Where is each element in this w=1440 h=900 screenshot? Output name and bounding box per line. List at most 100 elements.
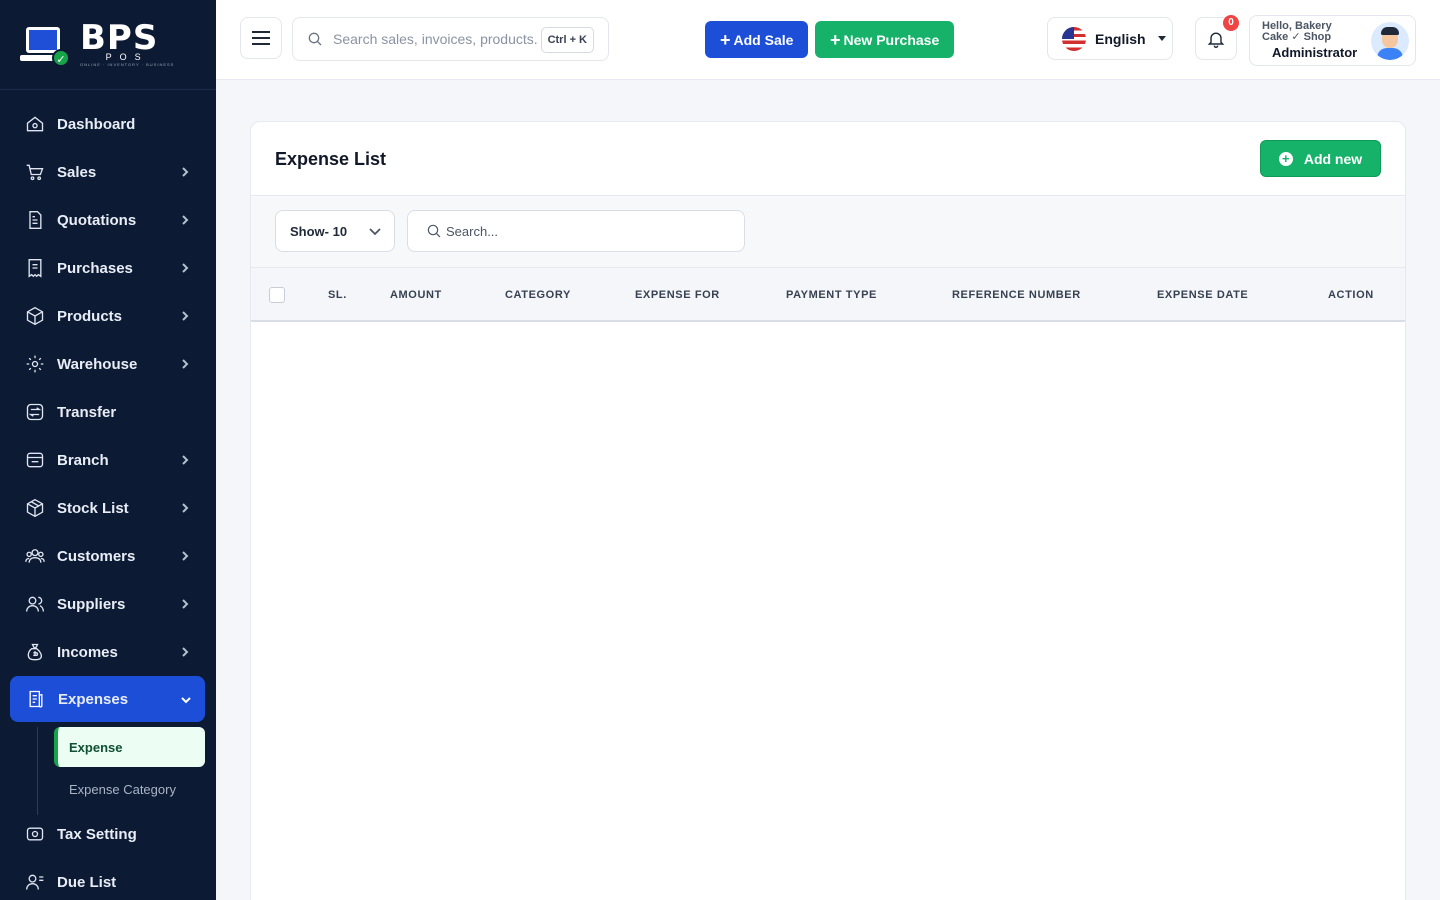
sidebar-item-suppliers[interactable]: Suppliers: [0, 580, 216, 628]
sidebar-item-label: Suppliers: [57, 595, 126, 613]
sidebar-item-label: Dashboard: [57, 115, 136, 133]
user-group-icon: [24, 593, 46, 615]
sidebar-item-incomes[interactable]: Incomes: [0, 628, 216, 676]
notification-count-badge: 0: [1223, 15, 1239, 31]
sidebar-item-customers[interactable]: Customers: [0, 532, 216, 580]
sidebar-item-label: Sales: [57, 163, 97, 181]
column-header-amount[interactable]: AMOUNT: [390, 289, 442, 301]
column-header-expense-date[interactable]: EXPENSE DATE: [1157, 289, 1248, 301]
brand-tagline: ONLINE · INVENTORY · BUSINESS: [80, 62, 175, 67]
sidebar-item-sales[interactable]: Sales: [0, 148, 216, 196]
plus-icon: +: [720, 29, 731, 50]
sidebar-subitem-expense[interactable]: Expense: [54, 727, 205, 767]
avatar: [1371, 22, 1409, 60]
sidebar-item-label: Customers: [57, 547, 136, 565]
menu-toggle-button[interactable]: [240, 17, 282, 59]
table-search-input[interactable]: [446, 223, 726, 239]
sidebar-item-label: Expenses: [58, 690, 129, 708]
sidebar-item-tax-setting[interactable]: Tax Setting: [0, 810, 216, 858]
select-all-checkbox[interactable]: [269, 287, 285, 303]
chevron-right-icon: [178, 165, 192, 179]
us-flag-icon: [1062, 26, 1086, 51]
table-filters: Show- 10: [251, 196, 1405, 268]
add-sale-label: Add Sale: [733, 31, 794, 48]
cart-icon: [24, 161, 46, 183]
sidebar: ✓ BPS POS ONLINE · INVENTORY · BUSINESS …: [0, 0, 216, 900]
column-header-sl[interactable]: SL.: [328, 289, 347, 301]
table-search[interactable]: [407, 210, 745, 252]
home-icon: [24, 113, 46, 135]
column-header-expense-for[interactable]: EXPENSE FOR: [635, 289, 720, 301]
brand-name: BPS: [80, 18, 159, 58]
new-purchase-button[interactable]: + New Purchase: [815, 21, 955, 58]
sidebar-subitem-expense-category[interactable]: Expense Category: [54, 769, 205, 809]
chevron-down-icon: [369, 228, 381, 236]
sidebar-item-quotations[interactable]: Quotations: [0, 196, 216, 244]
add-sale-button[interactable]: + Add Sale: [705, 21, 809, 58]
sidebar-item-stock-list[interactable]: Stock List: [0, 484, 216, 532]
sidebar-item-label: Branch: [57, 451, 109, 469]
chevron-right-icon: [178, 261, 192, 275]
chevron-right-icon: [178, 453, 192, 467]
global-search[interactable]: Ctrl + K: [292, 17, 609, 61]
sidebar-item-label: Purchases: [57, 259, 133, 277]
sidebar-item-label: Tax Setting: [57, 825, 137, 843]
chevron-right-icon: [178, 597, 192, 611]
plus-icon: +: [830, 29, 841, 50]
user-profile[interactable]: Hello, Bakery Cake ✓ Shop Administrator: [1249, 15, 1416, 66]
sidebar-item-label: Products: [57, 307, 123, 325]
brand-logo[interactable]: ✓ BPS POS ONLINE · INVENTORY · BUSINESS: [0, 0, 216, 90]
users-icon: [24, 545, 46, 567]
hamburger-icon: [252, 31, 270, 45]
sidebar-item-expenses[interactable]: Expenses: [10, 676, 205, 722]
tax-icon: [24, 823, 46, 845]
sidebar-item-branch[interactable]: Branch: [0, 436, 216, 484]
sidebar-item-label: Quotations: [57, 211, 137, 229]
transfer-icon: [24, 401, 46, 423]
money-bag-icon: [24, 641, 46, 663]
add-new-button[interactable]: + Add new: [1260, 140, 1381, 177]
new-purchase-label: New Purchase: [843, 31, 940, 48]
column-header-reference-number[interactable]: REFERENCE NUMBER: [952, 289, 1081, 301]
search-icon: [427, 224, 441, 238]
column-header-payment-type[interactable]: PAYMENT TYPE: [786, 289, 877, 301]
plus-circle-icon: +: [1278, 151, 1293, 166]
chevron-right-icon: [178, 549, 192, 563]
bell-icon: [1207, 32, 1225, 48]
page-size-value: Show- 10: [290, 223, 348, 239]
sidebar-item-label: Due List: [57, 873, 117, 891]
warehouse-icon: [24, 353, 46, 375]
top-header: Ctrl + K + Add Sale + New Purchase Engli…: [216, 0, 1440, 80]
sidebar-item-transfer[interactable]: Transfer: [0, 388, 216, 436]
pos-terminal-icon: ✓: [18, 23, 70, 67]
sidebar-item-label: Warehouse: [57, 355, 138, 373]
caret-down-icon: [1157, 36, 1166, 41]
user-role: Administrator: [1272, 45, 1358, 60]
notification-button[interactable]: 0: [1195, 15, 1239, 60]
sidebar-nav: Dashboard Sales Quotations Purchases Pro…: [0, 90, 216, 900]
expense-list-card: Expense List + Add new Show- 10 SL. AMOU…: [250, 121, 1406, 900]
chevron-right-icon: [178, 645, 192, 659]
language-selector[interactable]: English: [1047, 17, 1173, 60]
receipt-icon: [24, 257, 46, 279]
column-header-category[interactable]: CATEGORY: [505, 289, 571, 301]
page-size-select[interactable]: Show- 10: [275, 210, 395, 252]
sidebar-item-label: Transfer: [57, 403, 117, 421]
add-new-label: Add new: [1303, 150, 1363, 167]
chevron-right-icon: [178, 357, 192, 371]
sidebar-item-dashboard[interactable]: Dashboard: [0, 100, 216, 148]
branch-icon: [24, 449, 46, 471]
sidebar-item-warehouse[interactable]: Warehouse: [0, 340, 216, 388]
document-icon: [24, 209, 46, 231]
search-shortcut-badge: Ctrl + K: [540, 27, 594, 53]
sidebar-item-purchases[interactable]: Purchases: [0, 244, 216, 292]
search-icon: [308, 32, 322, 46]
expenses-submenu: Expense Expense Category: [0, 727, 216, 815]
sidebar-item-products[interactable]: Products: [0, 292, 216, 340]
sidebar-item-due-list[interactable]: Due List: [0, 858, 216, 900]
page-title: Expense List: [275, 149, 387, 169]
global-search-input[interactable]: [333, 31, 538, 47]
box-icon: [24, 305, 46, 327]
cube-icon: [24, 497, 46, 519]
card-header: Expense List + Add new: [251, 122, 1405, 196]
